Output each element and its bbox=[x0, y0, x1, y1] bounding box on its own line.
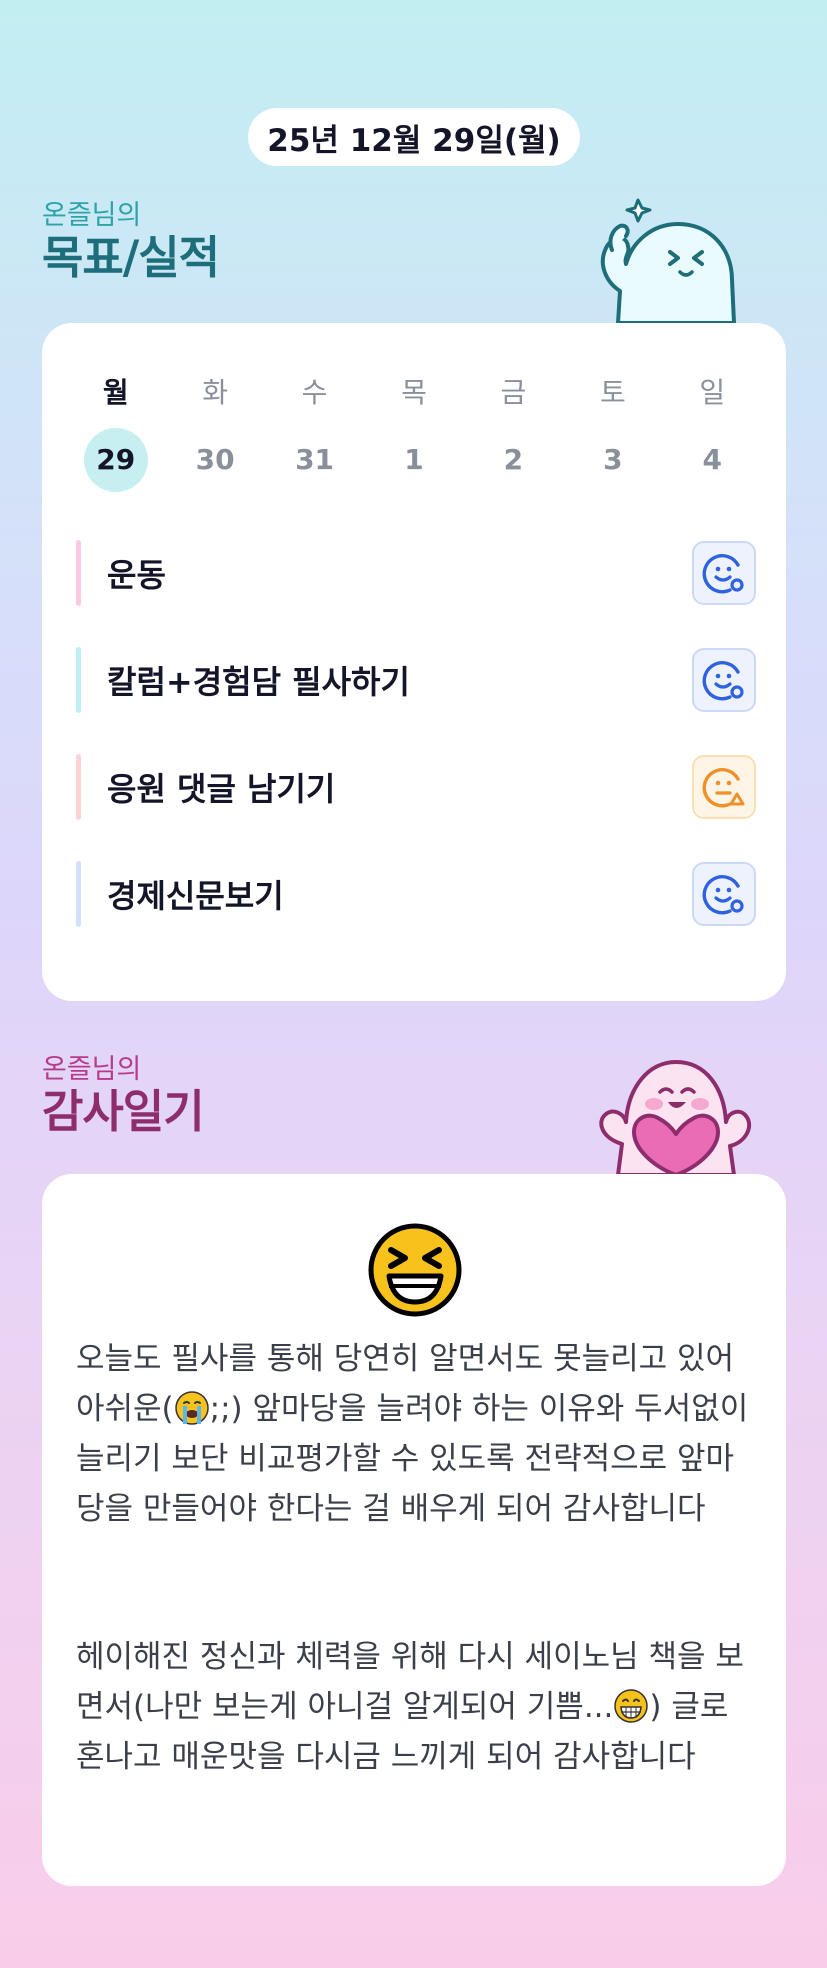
date-number: 4 bbox=[702, 443, 722, 476]
date-button-selected[interactable]: 29 bbox=[66, 428, 165, 492]
smile-check-icon bbox=[702, 661, 744, 701]
goal-item-exercise[interactable]: 운동 bbox=[76, 540, 756, 606]
date-number: 1 bbox=[404, 443, 424, 476]
diary-paragraph-1: 오늘도 필사를 통해 당연히 알면서도 못늘리고 있어 아쉬운(;;) 앞마당을… bbox=[76, 1334, 756, 1534]
smile-check-icon bbox=[702, 875, 744, 915]
date-number: 29 bbox=[83, 428, 148, 492]
diary-paragraph-2: 헤이해진 정신과 체력을 위해 다시 세이노님 책을 보면서(나만 보는게 아니… bbox=[76, 1632, 756, 1782]
diary-title: 감사일기 bbox=[42, 1085, 205, 1138]
date-button[interactable]: 31 bbox=[265, 428, 364, 492]
goals-section-header: 온즐님의 목표/실적 bbox=[42, 200, 220, 284]
goal-color-bar bbox=[76, 647, 81, 713]
laughing-squint-emoji bbox=[368, 1223, 462, 1317]
weekday-thu: 목 bbox=[401, 376, 427, 409]
diary-section-header: 온즐님의 감사일기 bbox=[42, 1054, 205, 1138]
date-button[interactable]: 2 bbox=[464, 428, 563, 492]
date-number: 30 bbox=[195, 443, 235, 476]
weekday-mon: 월 bbox=[102, 376, 129, 409]
date-button[interactable]: 1 bbox=[364, 428, 463, 492]
crying-emoji bbox=[174, 1391, 209, 1425]
diary-card: 오늘도 필사를 통해 당연히 알면서도 못늘리고 있어 아쉬운(;;) 앞마당을… bbox=[42, 1174, 786, 1886]
weekday-header: 월 화 수 목 금 토 일 bbox=[42, 371, 786, 411]
meh-triangle-icon bbox=[702, 768, 745, 808]
status-button[interactable] bbox=[692, 541, 756, 605]
status-button[interactable] bbox=[692, 862, 756, 926]
goal-item-economic-news[interactable]: 경제신문보기 bbox=[76, 861, 756, 927]
date-number: 31 bbox=[295, 443, 335, 476]
grinning-emoji bbox=[614, 1689, 649, 1723]
weekday-tue: 화 bbox=[202, 376, 229, 409]
goals-title: 목표/실적 bbox=[42, 231, 220, 284]
status-button[interactable] bbox=[692, 755, 756, 819]
goal-label: 경제신문보기 bbox=[107, 877, 284, 915]
date-text: 25년 12월 29일(월) bbox=[267, 122, 561, 159]
goal-label: 칼럼+경험담 필사하기 bbox=[107, 663, 410, 701]
date-button[interactable]: 3 bbox=[563, 428, 662, 492]
date-pill[interactable]: 25년 12월 29일(월) bbox=[248, 108, 580, 166]
date-button[interactable]: 30 bbox=[165, 428, 264, 492]
status-button[interactable] bbox=[692, 648, 756, 712]
smile-check-icon bbox=[702, 554, 744, 594]
goals-subtitle: 온즐님의 bbox=[42, 200, 142, 231]
pink-mascot-illustration bbox=[599, 1060, 752, 1176]
goal-color-bar bbox=[76, 540, 81, 606]
diary-subtitle: 온즐님의 bbox=[42, 1054, 142, 1085]
date-button[interactable]: 4 bbox=[663, 428, 762, 492]
goal-label: 응원 댓글 남기기 bbox=[107, 770, 336, 808]
goal-item-support-comment[interactable]: 응원 댓글 남기기 bbox=[76, 754, 756, 820]
goal-color-bar bbox=[76, 754, 81, 820]
goal-item-column-transcription[interactable]: 칼럼+경험담 필사하기 bbox=[76, 647, 756, 713]
goals-card: 월 화 수 목 금 토 일 29 30 31 1 2 3 4 운동 칼럼+경험담… bbox=[42, 323, 786, 1001]
weekday-sun: 일 bbox=[699, 376, 726, 409]
mint-mascot-illustration bbox=[600, 198, 736, 324]
weekday-fri: 금 bbox=[500, 376, 527, 409]
date-number: 3 bbox=[603, 443, 623, 476]
weekday-sat: 토 bbox=[599, 376, 626, 409]
date-selector: 29 30 31 1 2 3 4 bbox=[42, 428, 786, 492]
goal-label: 운동 bbox=[107, 556, 166, 594]
goal-color-bar bbox=[76, 861, 81, 927]
date-number: 2 bbox=[503, 443, 524, 476]
weekday-wed: 수 bbox=[301, 376, 328, 409]
